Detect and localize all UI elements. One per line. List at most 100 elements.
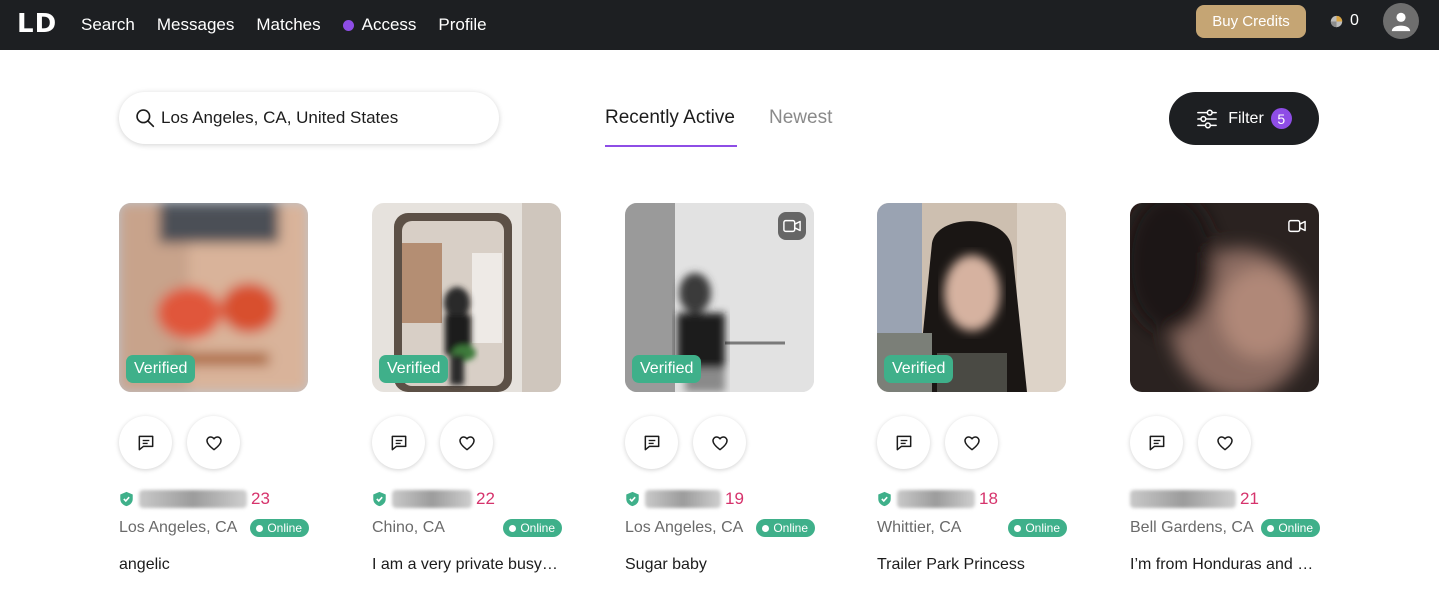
- online-label: Online: [520, 521, 555, 535]
- nav-search[interactable]: Search: [81, 15, 135, 35]
- profile-bio: I’m from Honduras and California: [1130, 556, 1320, 573]
- filter-count-badge: 5: [1270, 108, 1292, 129]
- online-label: Online: [267, 521, 302, 535]
- like-button[interactable]: [1198, 416, 1251, 469]
- chat-bubble-icon: [896, 435, 911, 450]
- video-camera-icon: [783, 219, 801, 233]
- profile-card: Verified 18 Whittier, CA Online Trailer …: [877, 203, 1067, 573]
- message-button[interactable]: [1130, 416, 1183, 469]
- profile-age: 19: [725, 489, 744, 508]
- main-nav: Search Messages Matches Access Profile: [81, 0, 509, 50]
- nav-access-label: Access: [361, 15, 417, 34]
- heart-icon: [711, 435, 728, 450]
- site-logo[interactable]: LD: [17, 9, 57, 39]
- profile-age: 22: [476, 489, 495, 508]
- profile-card: Verified 23 Los Angeles, CA Online angel…: [119, 203, 309, 573]
- profile-age: 18: [979, 489, 998, 508]
- filter-button[interactable]: Filter 5: [1169, 92, 1319, 145]
- like-button[interactable]: [440, 416, 493, 469]
- message-button[interactable]: [372, 416, 425, 469]
- chat-bubble-icon: [391, 435, 406, 450]
- profile-card: Verified 22 Chino, CA Online I am a very…: [372, 203, 562, 573]
- profile-photo[interactable]: Verified: [119, 203, 308, 392]
- online-badge: Online: [1261, 519, 1320, 537]
- nav-matches[interactable]: Matches: [256, 15, 320, 35]
- profile-age: 23: [251, 489, 270, 508]
- verified-shield-icon: [878, 491, 891, 507]
- message-button[interactable]: [119, 416, 172, 469]
- blurred-name: [392, 490, 472, 508]
- user-avatar[interactable]: [1383, 3, 1419, 39]
- nav-messages[interactable]: Messages: [157, 15, 234, 35]
- credits-count: 0: [1350, 12, 1359, 29]
- online-badge: Online: [250, 519, 309, 537]
- like-button[interactable]: [187, 416, 240, 469]
- location-search-input[interactable]: [161, 108, 481, 128]
- verified-tag: Verified: [126, 355, 196, 383]
- top-nav-bar: LD Search Messages Matches Access Profil…: [0, 0, 1439, 50]
- online-badge: Online: [1008, 519, 1067, 537]
- profile-location: Los Angeles, CA: [625, 519, 744, 536]
- online-dot-icon: [256, 524, 264, 532]
- tab-newest[interactable]: Newest: [769, 107, 832, 129]
- profile-photo[interactable]: Verified: [372, 203, 561, 392]
- search-icon: [136, 109, 155, 128]
- online-dot-icon: [1014, 524, 1022, 532]
- verified-tag: Verified: [379, 355, 449, 383]
- like-button[interactable]: [945, 416, 998, 469]
- verified-tag: Verified: [884, 355, 954, 383]
- profile-location: Whittier, CA: [877, 519, 962, 536]
- profile-bio: Sugar baby: [625, 556, 707, 573]
- profile-photo[interactable]: Verified: [877, 203, 1066, 392]
- nav-profile[interactable]: Profile: [438, 15, 486, 35]
- heart-icon: [458, 435, 475, 450]
- heart-icon: [1216, 435, 1233, 450]
- nav-access[interactable]: Access: [342, 15, 417, 35]
- verified-shield-icon: [626, 491, 639, 507]
- profile-photo[interactable]: [1130, 203, 1319, 392]
- chat-bubble-icon: [1149, 435, 1164, 450]
- heart-icon: [205, 435, 222, 450]
- access-dot-icon: [342, 19, 354, 31]
- profile-bio: angelic: [119, 556, 170, 573]
- profile-age: 21: [1240, 489, 1259, 508]
- tab-recently-active[interactable]: Recently Active: [605, 107, 735, 129]
- profile-location: Bell Gardens, CA: [1130, 519, 1254, 536]
- profile-bio: I am a very private busy person: [372, 556, 562, 573]
- video-badge: [1283, 212, 1311, 240]
- blurred-name: [645, 490, 721, 508]
- message-button[interactable]: [625, 416, 678, 469]
- blurred-name: [139, 490, 247, 508]
- profile-location: Chino, CA: [372, 519, 445, 536]
- profile-bio: Trailer Park Princess: [877, 556, 1025, 573]
- verified-shield-icon: [373, 491, 386, 507]
- credits-balance[interactable]: 0: [1330, 12, 1359, 30]
- like-button[interactable]: [693, 416, 746, 469]
- video-badge: [778, 212, 806, 240]
- chat-bubble-icon: [644, 435, 659, 450]
- message-button[interactable]: [877, 416, 930, 469]
- sliders-icon: [1197, 109, 1218, 128]
- online-dot-icon: [509, 524, 517, 532]
- online-label: Online: [773, 521, 808, 535]
- profile-photo[interactable]: Verified: [625, 203, 814, 392]
- online-dot-icon: [1267, 524, 1275, 532]
- verified-tag: Verified: [632, 355, 702, 383]
- chat-bubble-icon: [138, 435, 153, 450]
- buy-credits-button[interactable]: Buy Credits: [1196, 5, 1306, 38]
- verified-shield-icon: [120, 491, 133, 507]
- credits-coin-icon: [1330, 15, 1343, 27]
- profile-card: 21 Bell Gardens, CA Online I’m from Hond…: [1130, 203, 1320, 573]
- online-badge: Online: [503, 519, 562, 537]
- blurred-name: [897, 490, 975, 508]
- filter-label: Filter: [1228, 109, 1264, 127]
- video-camera-icon: [1288, 219, 1306, 233]
- heart-icon: [963, 435, 980, 450]
- active-tab-underline: [605, 145, 737, 147]
- profile-card: Verified 19 Los Angeles, CA Online Sugar…: [625, 203, 815, 573]
- online-label: Online: [1025, 521, 1060, 535]
- blurred-name: [1130, 490, 1236, 508]
- online-label: Online: [1278, 521, 1313, 535]
- location-search-box[interactable]: [119, 92, 499, 144]
- online-badge: Online: [756, 519, 815, 537]
